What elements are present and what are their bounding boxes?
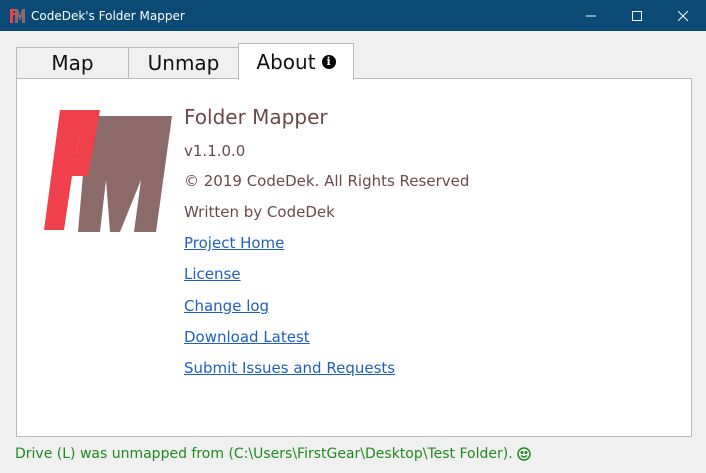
title-bar[interactable]: CodeDek's Folder Mapper [0,0,706,31]
tab-unmap[interactable]: Unmap [128,47,239,78]
license-link[interactable]: License [184,265,241,283]
status-bar: Drive (L) was unmapped from (C:\Users\Fi… [15,445,531,463]
download-latest-link[interactable]: Download Latest [184,328,310,346]
folder-mapper-logo [44,110,172,232]
project-home-link[interactable]: Project Home [184,234,284,252]
about-panel: Folder Mapper v1.1.0.0 © 2019 CodeDek. A… [16,78,692,437]
minimize-icon [586,15,596,16]
status-message: Drive (L) was unmapped from (C:\Users\Fi… [15,446,513,462]
app-version: v1.1.0.0 [184,142,246,160]
maximize-icon [632,10,642,21]
tab-map[interactable]: Map [16,47,129,78]
copyright-text: © 2019 CodeDek. All Rights Reserved [184,172,470,190]
tab-unmap-label: Unmap [147,51,220,75]
minimize-button[interactable] [568,0,614,31]
close-button[interactable] [660,0,706,31]
maximize-button[interactable] [614,0,660,31]
tab-map-label: Map [51,51,94,75]
info-icon: i [321,55,336,69]
author-text: Written by CodeDek [184,203,335,221]
tab-about[interactable]: About i [238,43,354,80]
change-log-link[interactable]: Change log [184,297,269,315]
app-logo-icon [10,9,25,23]
tab-about-label: About [256,50,316,74]
submit-issues-link[interactable]: Submit Issues and Requests [184,359,395,377]
app-name: Folder Mapper [184,105,328,129]
window-title: CodeDek's Folder Mapper [31,9,185,23]
smiley-icon [516,447,531,461]
close-icon [678,10,688,21]
